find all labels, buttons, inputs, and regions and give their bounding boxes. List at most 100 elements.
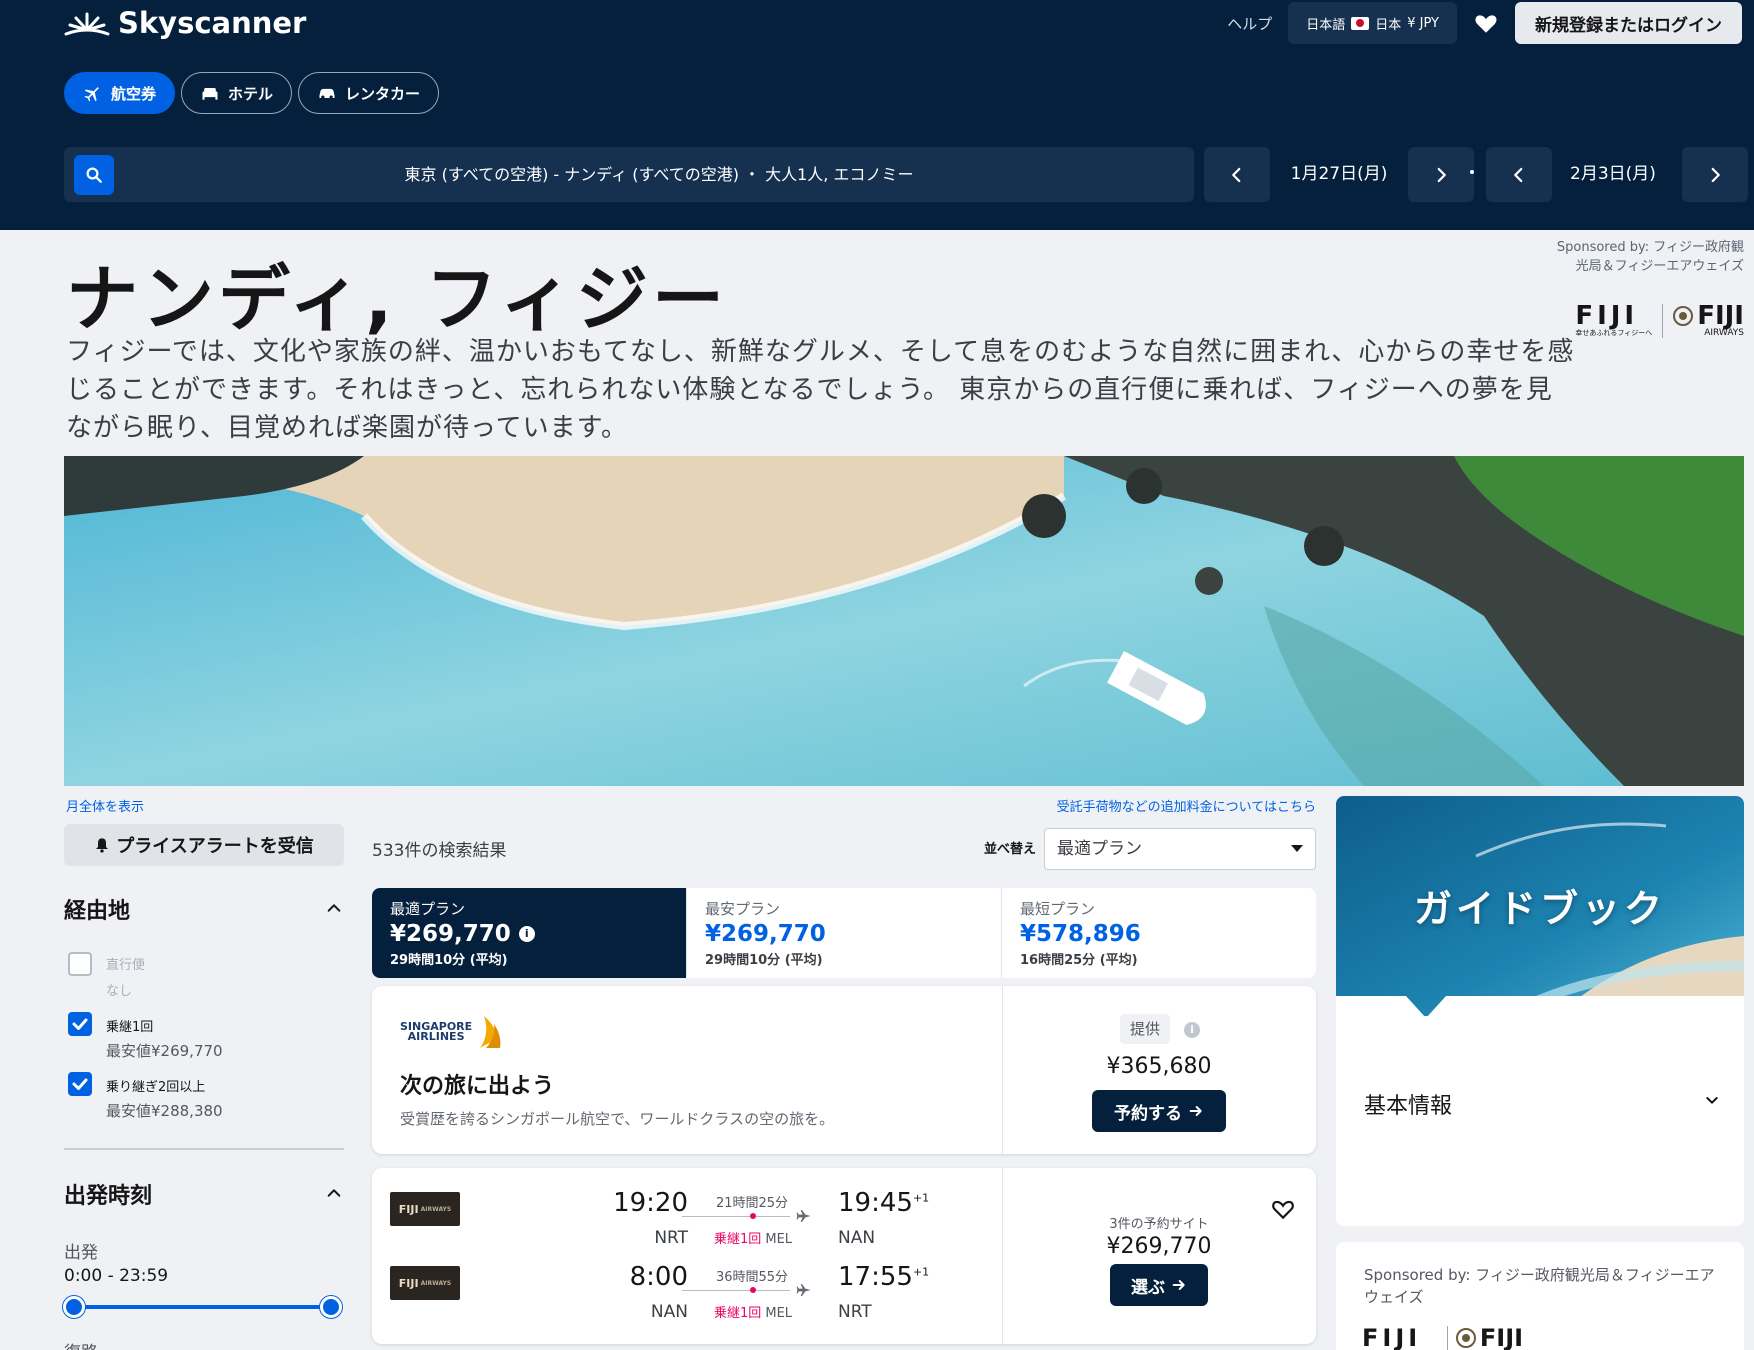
fiji-airways-seal-icon [1455,1328,1476,1348]
airplane-icon [796,1284,811,1296]
checkmark-icon [72,1078,88,1090]
airline-logo-sub: AIRWAYS [420,1205,452,1213]
departure-time-slider-max-handle[interactable] [320,1296,342,1318]
fiji-tourism-logo: FIJI 幸せあふれるフィジーへ [1575,303,1652,338]
return-label: 復路 [64,1338,98,1350]
view-whole-month-link[interactable]: 月全体を表示 [66,796,144,815]
bell-icon [96,838,109,853]
depart-date-next-button[interactable] [1408,147,1474,202]
guide-basic-info-title[interactable]: 基本情報 [1364,1088,1452,1120]
departure-time-slider-track[interactable] [76,1305,332,1309]
favorites-heart-icon[interactable] [1473,10,1499,36]
sort-tab-price: ¥578,896 [1020,921,1141,947]
itinerary-card[interactable]: FIJI AIRWAYS 19:20 NRT 21時間25分 乗継1回 MEL 1… [372,1168,1316,1344]
stops-two-plus-label: 乗り継ぎ2回以上 [106,1080,206,1095]
guidebook-card[interactable]: ガイドブック 基本情報 [1336,796,1744,1226]
sponsor-logos: FIJI 幸せあふれるフィジーへ FIJI AIRWAYS [1575,303,1744,338]
chevron-up-icon[interactable] [326,1185,342,1201]
info-icon[interactable]: i [1184,1022,1200,1038]
ad-price: ¥365,680 [1106,1054,1212,1079]
fiji-tourism-word: FIJI [1362,1324,1422,1350]
leg2-arrival-airport: NRT [838,1302,872,1322]
guide-sponsor-logos: FIJI 幸せあふれるフィジーへ FIJI AIRWAYS [1362,1326,1523,1350]
fiji-airways-logo: FIJI AIRWAYS [1673,303,1744,338]
departure-time-filter-title[interactable]: 出発時刻 [64,1178,152,1210]
singapore-airlines-logo: SINGAPORE AIRLINES [400,1014,502,1050]
date-separator [1470,170,1474,174]
tab-hotels[interactable]: ホテル [181,72,293,114]
header-actions: ヘルプ 日本語 日本 ¥ JPY 新規登録またはログイン [1227,0,1754,46]
leg1-route-line [682,1216,790,1217]
leg1-arrival-airport: NAN [838,1228,876,1248]
book-button-label: 予約する [1114,1103,1182,1124]
tab-label: ホテル [228,84,274,103]
stops-direct-label: 直行便 [106,958,146,973]
tab-flights[interactable]: 航空券 [64,72,176,114]
airplane-icon [84,87,99,102]
depart-date[interactable]: 1月27日(月) [1270,147,1408,202]
chevron-up-icon[interactable] [326,900,342,916]
logo-text: Skyscanner [118,6,307,40]
skyscanner-logo[interactable]: Skyscanner [64,6,306,40]
language-label: 日本語 [1306,17,1346,33]
sort-tab-duration: 16時間25分 (平均) [1020,953,1138,968]
singapore-bird-icon [480,1016,501,1048]
stops-one-checkbox[interactable] [68,1012,92,1036]
sort-select[interactable]: 最適プラン [1044,828,1316,870]
price-alert-button[interactable]: プライスアラートを受信 [64,824,344,866]
leg2-arrival-time: 17:55+1 [838,1262,929,1292]
tab-car-hire[interactable]: レンタカー [298,72,440,114]
leg2-departure-time: 8:00 [629,1262,688,1292]
logo-divider [1662,304,1664,338]
login-button[interactable]: 新規登録またはログイン [1515,2,1742,44]
depart-date-prev-button[interactable] [1204,147,1270,202]
select-button[interactable]: 選ぶ [1110,1264,1208,1306]
fiji-airways-seal-icon [1673,306,1694,326]
select-button-label: 選ぶ [1131,1277,1165,1298]
stops-filter-title[interactable]: 経由地 [64,893,130,925]
results-count: 533件の検索結果 [372,841,507,861]
top-navigation: Skyscanner ヘルプ 日本語 日本 ¥ JPY 新規登録またはログイン … [0,0,1754,230]
search-summary-bar[interactable]: 東京 (すべての空港) - ナンディ (すべての空港) ・ 大人1人, エコノミ… [64,147,1194,202]
leg1-via-airport: MEL [765,1232,793,1247]
beach-illustration [64,456,1744,786]
sort-tab-cheapest[interactable]: 最安プラン ¥269,770 29時間10分 (平均) [687,888,1002,978]
sort-tab-best[interactable]: 最適プラン ¥269,770 i 29時間10分 (平均) [372,888,687,978]
stops-direct-sub: なし [106,984,133,999]
leg2-stops: 乗継1回 MEL [688,1302,818,1321]
sponsored-ad-card[interactable]: SINGAPORE AIRLINES 次の旅に出よう 受賞歴を誇るシンガポール航空… [372,986,1316,1154]
help-link[interactable]: ヘルプ [1227,13,1272,34]
leg1-departure-time: 19:20 [613,1188,688,1218]
return-date[interactable]: 2月3日(月) [1552,147,1674,202]
checkmark-icon [72,1018,88,1030]
info-icon[interactable]: i [518,926,535,942]
bed-icon [202,88,218,100]
fiji-airways-sub: AIRWAYS [1704,328,1744,338]
sort-tab-fastest[interactable]: 最短プラン ¥578,896 16時間25分 (平均) [1002,888,1316,978]
search-button[interactable] [74,155,114,195]
fiji-airways-airline-logo: FIJI AIRWAYS [390,1266,460,1300]
sort-tab-label: 最短プラン [1020,900,1096,918]
chevron-down-icon[interactable] [1704,1092,1720,1108]
arrow-right-icon [1172,1280,1185,1290]
airplane-icon [796,1210,811,1222]
leg2-via-airport: MEL [765,1306,793,1321]
stops-one-sub: 最安値¥269,770 [106,1042,223,1060]
fiji-airways-logo: FIJI AIRWAYS [1455,1326,1523,1350]
book-button[interactable]: 予約する [1092,1090,1226,1132]
leg1-duration: 21時間25分 [715,1196,789,1211]
leg1-stop-marker [750,1213,756,1219]
departure-time-slider-min-handle[interactable] [63,1296,85,1318]
baggage-fees-link[interactable]: 受託手荷物などの追加料金についてはこちら [1057,796,1316,815]
fiji-tourism-logo: FIJI 幸せあふれるフィジーへ [1362,1326,1439,1350]
arrow-right-icon [1189,1106,1202,1116]
stops-direct-checkbox[interactable] [68,952,92,976]
return-date-next-button[interactable] [1682,147,1748,202]
leg1-arrival-time: 19:45+1 [838,1188,929,1218]
return-date-prev-button[interactable] [1486,147,1552,202]
destination-description: フィジーでは、文化や家族の絆、温かいおもてなし、新鮮なグルメ、そして息をのむよう… [66,337,1575,443]
stops-two-plus-checkbox[interactable] [68,1072,92,1096]
locale-button[interactable]: 日本語 日本 ¥ JPY [1288,2,1457,44]
sun-logo-icon [64,12,110,36]
leg2-route-line [682,1290,790,1291]
